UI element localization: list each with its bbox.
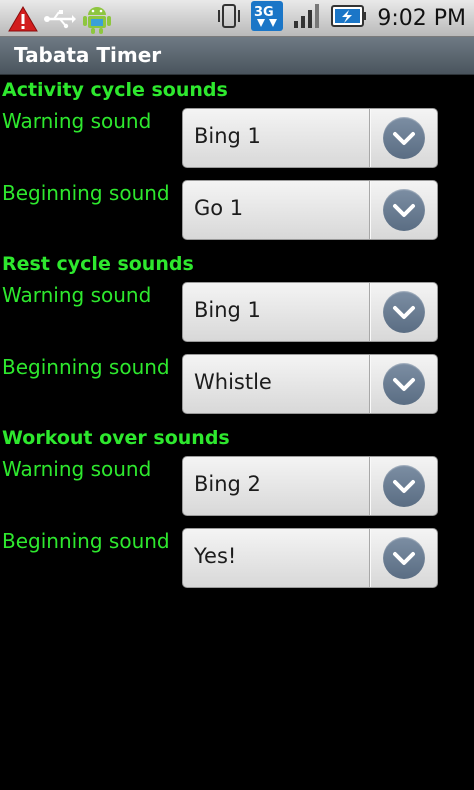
chevron-down-icon[interactable]: [383, 117, 425, 159]
warning-icon: [8, 5, 38, 37]
spinner-value: Whistle: [194, 370, 272, 394]
chevron-down-icon[interactable]: [383, 189, 425, 231]
spinner-divider: [369, 109, 370, 167]
chevron-down-icon[interactable]: [383, 291, 425, 333]
spinner-divider: [369, 181, 370, 239]
section-header-activity: Activity cycle sounds: [2, 79, 228, 101]
section-header-rest: Rest cycle sounds: [2, 253, 194, 275]
spinner-value: Bing 1: [194, 124, 261, 148]
spinner-divider: [369, 457, 370, 515]
vibrate-icon: [217, 3, 241, 33]
3g-icon: 3G: [251, 1, 284, 35]
spinner-value: Bing 1: [194, 298, 261, 322]
app-title: Tabata Timer: [14, 43, 162, 67]
workout-over-beginning-label: Beginning sound: [2, 529, 170, 553]
chevron-down-icon[interactable]: [383, 363, 425, 405]
usb-icon: [44, 7, 76, 35]
chevron-down-icon[interactable]: [383, 537, 425, 579]
activity-warning-label: Warning sound: [2, 109, 152, 133]
spinner-value: Bing 2: [194, 472, 261, 496]
battery-charging-icon: [331, 4, 367, 32]
signal-icon: [293, 3, 321, 33]
spinner-divider: [369, 355, 370, 413]
activity-warning-spinner[interactable]: Bing 1: [182, 108, 438, 168]
title-bar: Tabata Timer: [0, 37, 474, 75]
rest-beginning-label: Beginning sound: [2, 355, 170, 379]
activity-beginning-label: Beginning sound: [2, 181, 170, 205]
rest-beginning-spinner[interactable]: Whistle: [182, 354, 438, 414]
spinner-divider: [369, 529, 370, 587]
status-bar: 3G 9:02 PM: [0, 0, 474, 37]
chevron-down-icon[interactable]: [383, 465, 425, 507]
spinner-divider: [369, 283, 370, 341]
rest-warning-spinner[interactable]: Bing 1: [182, 282, 438, 342]
spinner-value: Yes!: [194, 544, 237, 568]
workout-over-warning-label: Warning sound: [2, 457, 152, 481]
status-bar-system: 3G 9:02 PM: [217, 0, 466, 36]
status-bar-time: 9:02 PM: [377, 5, 466, 31]
spinner-value: Go 1: [194, 196, 244, 220]
android-icon: [82, 3, 112, 39]
status-bar-notifications: [8, 3, 118, 39]
rest-warning-label: Warning sound: [2, 283, 152, 307]
activity-beginning-spinner[interactable]: Go 1: [182, 180, 438, 240]
svg-text:3G: 3G: [254, 5, 274, 20]
section-header-workout-over: Workout over sounds: [2, 427, 230, 449]
workout-over-beginning-spinner[interactable]: Yes!: [182, 528, 438, 588]
workout-over-warning-spinner[interactable]: Bing 2: [182, 456, 438, 516]
